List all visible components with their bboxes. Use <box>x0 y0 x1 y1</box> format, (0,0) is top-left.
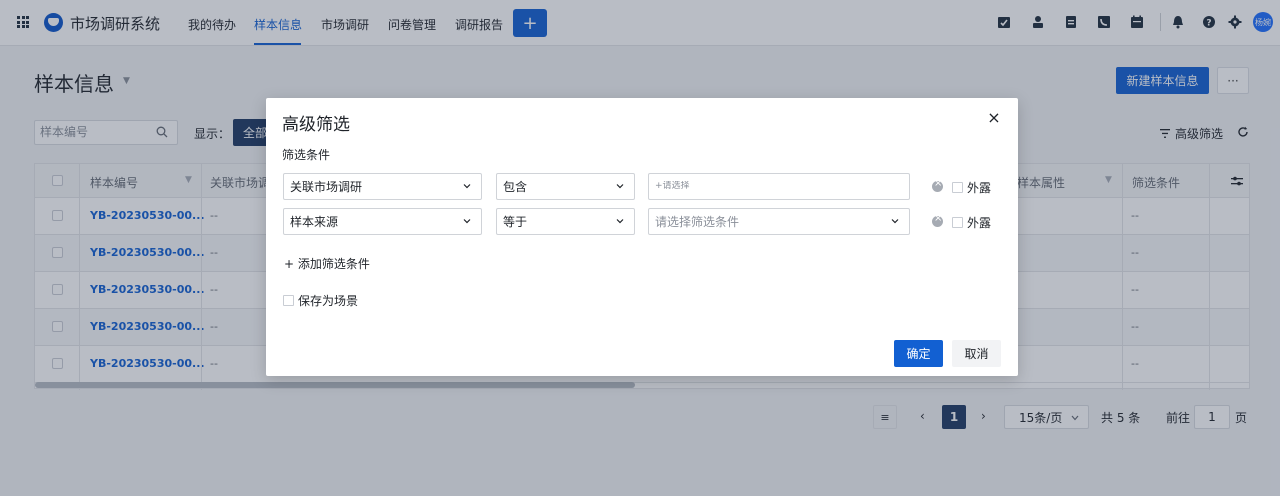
condition-value-select[interactable]: 请选择筛选条件 <box>648 208 910 235</box>
chevron-down-icon <box>616 219 624 224</box>
condition-operator-value: 等于 <box>503 215 528 229</box>
expose-checkbox[interactable]: 外露 <box>952 214 991 231</box>
advanced-filter-dialog: 高级筛选 × 筛选条件 关联市场调研 包含 外露 样本来源 等于 请选择筛选条件… <box>266 98 1018 376</box>
checkbox-box[interactable] <box>952 217 963 228</box>
condition-operator-select[interactable]: 包含 <box>496 173 635 200</box>
expose-label: 外露 <box>967 216 992 230</box>
condition-field-select[interactable]: 样本来源 <box>283 208 482 235</box>
filter-section-label: 筛选条件 <box>282 148 331 162</box>
condition-field-select[interactable]: 关联市场调研 <box>283 173 482 200</box>
chevron-down-icon <box>463 184 471 189</box>
add-condition-link[interactable]: + 添加筛选条件 <box>284 255 370 272</box>
condition-field-value: 样本来源 <box>290 215 339 229</box>
condition-value-input[interactable] <box>655 181 895 191</box>
expose-checkbox[interactable]: 外露 <box>952 179 991 196</box>
condition-value-placeholder: 请选择筛选条件 <box>655 215 740 229</box>
cancel-button[interactable]: 取消 <box>952 340 1001 367</box>
chevron-down-icon <box>616 184 624 189</box>
close-icon[interactable]: × <box>986 108 1002 127</box>
save-scene-label: 保存为场景 <box>298 294 359 308</box>
condition-operator-value: 包含 <box>503 180 528 194</box>
chevron-down-icon <box>463 219 471 224</box>
checkbox-box[interactable] <box>952 182 963 193</box>
remove-condition-icon[interactable] <box>932 213 943 227</box>
condition-field-value: 关联市场调研 <box>290 180 363 194</box>
checkbox-box[interactable] <box>283 295 294 306</box>
condition-operator-select[interactable]: 等于 <box>496 208 635 235</box>
chevron-down-icon <box>891 219 899 224</box>
confirm-button[interactable]: 确定 <box>894 340 943 367</box>
remove-condition-icon[interactable] <box>932 178 943 192</box>
condition-value-field[interactable] <box>648 173 910 200</box>
save-scene-checkbox[interactable]: 保存为场景 <box>283 292 358 309</box>
dialog-title: 高级筛选 <box>282 115 350 135</box>
expose-label: 外露 <box>967 181 992 195</box>
